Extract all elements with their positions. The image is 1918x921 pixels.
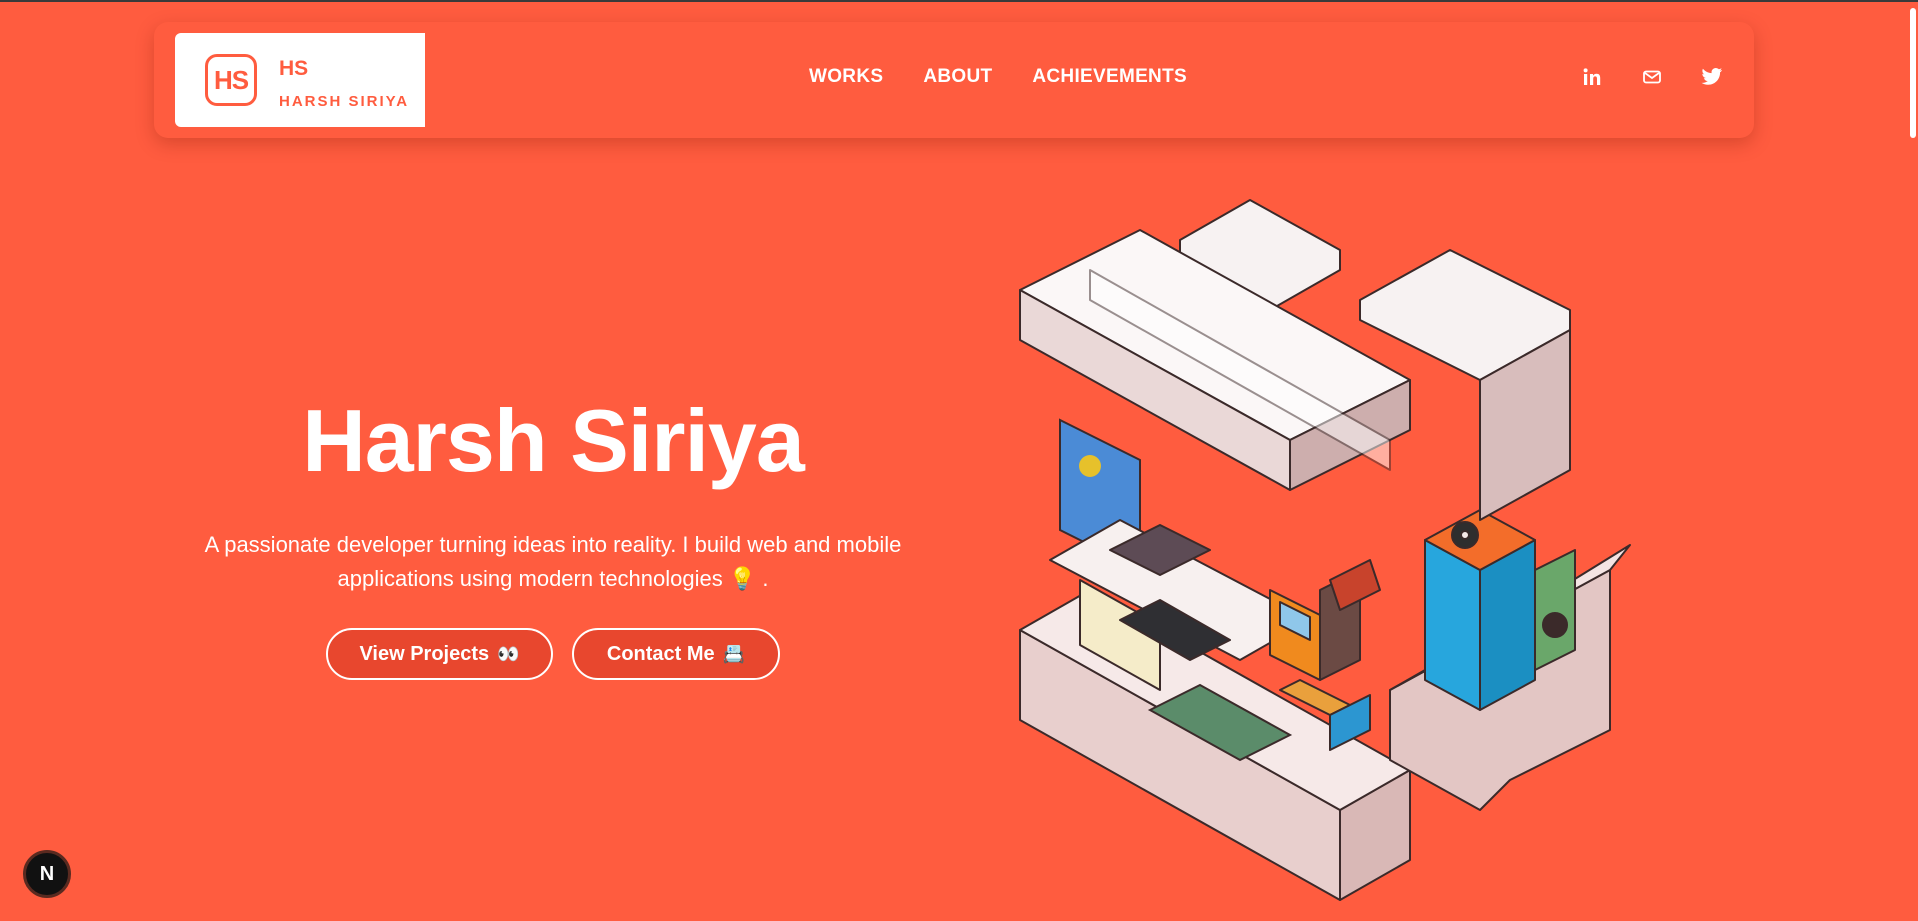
brand-logo-link[interactable]: HS HS HARSH SIRIYA bbox=[175, 33, 425, 127]
window-top-border bbox=[0, 0, 1918, 2]
nav-link-achievements[interactable]: ACHIEVEMENTS bbox=[1032, 66, 1187, 88]
hero-subtitle-line1: A passionate developer turning ideas int… bbox=[204, 532, 902, 557]
view-projects-label: View Projects bbox=[359, 642, 490, 665]
nextjs-dev-badge[interactable]: N bbox=[23, 850, 71, 898]
twitter-icon[interactable] bbox=[1700, 65, 1724, 89]
hero-title: Harsh Siriya bbox=[302, 391, 805, 490]
card-index-icon: 📇 bbox=[722, 643, 746, 664]
view-projects-button[interactable]: View Projects 👀 bbox=[326, 628, 553, 680]
hero-subtitle-line2: applications using modern technologies 💡… bbox=[337, 566, 769, 591]
navbar: HS HS HARSH SIRIYA WORKS ABOUT ACHIEVEME… bbox=[154, 22, 1754, 138]
eyes-icon: 👀 bbox=[497, 643, 520, 664]
mail-icon[interactable] bbox=[1640, 65, 1664, 89]
scrollbar-thumb[interactable] bbox=[1910, 8, 1916, 138]
hero-subtitle: A passionate developer turning ideas int… bbox=[170, 528, 936, 596]
nav-links: WORKS ABOUT ACHIEVEMENTS bbox=[809, 66, 1187, 88]
nav-link-about[interactable]: ABOUT bbox=[923, 66, 992, 88]
hero-illustration bbox=[1019, 199, 1631, 901]
social-links bbox=[1580, 65, 1724, 89]
hs-logo-icon: HS bbox=[205, 54, 257, 106]
nav-link-works[interactable]: WORKS bbox=[809, 66, 883, 88]
linkedin-icon[interactable] bbox=[1580, 65, 1604, 89]
contact-me-button[interactable]: Contact Me 📇 bbox=[572, 628, 780, 680]
contact-me-label: Contact Me bbox=[606, 642, 715, 665]
brand-full-name: HARSH SIRIYA bbox=[279, 93, 410, 110]
brand-short-name: HS bbox=[279, 57, 309, 80]
